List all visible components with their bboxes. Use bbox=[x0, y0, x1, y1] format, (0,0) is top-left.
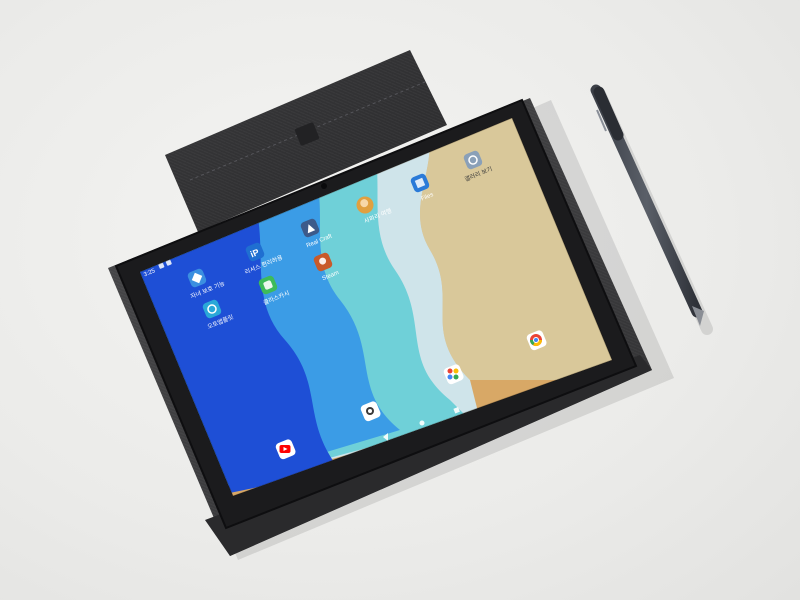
front-camera bbox=[321, 183, 327, 189]
photos-icon bbox=[447, 368, 453, 374]
tablet-photo: 3:25 자녀 보호 기능 오토앱플릿 iP 리서스 편리하용 클라스카시 Re… bbox=[108, 50, 713, 560]
home-button[interactable] bbox=[419, 420, 425, 426]
photo-scene: 3:25 자녀 보호 기능 오토앱플릿 iP 리서스 편리하용 클라스카시 Re… bbox=[0, 0, 800, 600]
